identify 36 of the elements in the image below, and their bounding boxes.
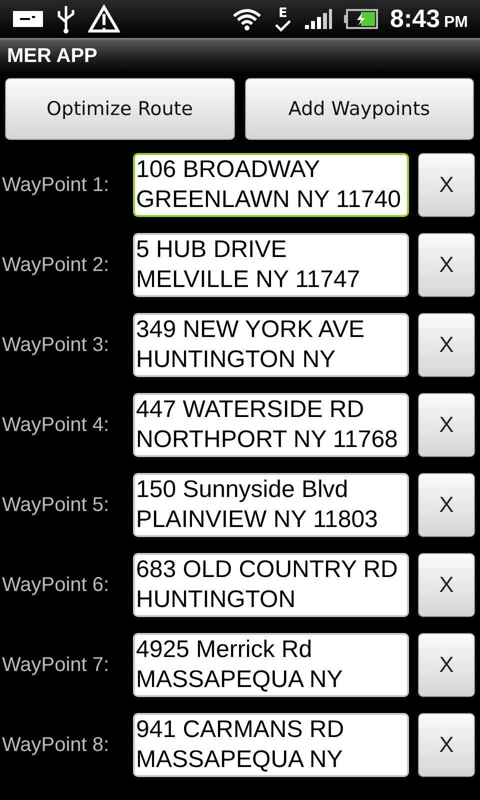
address-field[interactable]: 4925 Merrick Rd MASSAPEQUA NY — [133, 633, 409, 697]
warning-icon — [88, 4, 120, 34]
waypoint-label: WayPoint 8: — [1, 734, 110, 756]
message-icon — [12, 8, 44, 30]
waypoint-label: WayPoint 5: — [1, 494, 110, 516]
app-title: MER APP — [7, 44, 98, 68]
usb-icon — [56, 4, 76, 34]
waypoint-label: WayPoint 4: — [1, 414, 110, 436]
waypoint-label: WayPoint 2: — [1, 254, 110, 276]
address-field[interactable]: 447 WATERSIDE RD NORTHPORT NY 11768 — [133, 393, 409, 457]
address-field[interactable]: 941 CARMANS RD MASSAPEQUA NY — [133, 713, 409, 777]
wifi-icon — [232, 7, 262, 31]
waypoint-label: WayPoint 1: — [1, 174, 110, 196]
remove-button[interactable]: X — [418, 473, 475, 537]
address-field[interactable]: 683 OLD COUNTRY RD HUNTINGTON — [133, 553, 409, 617]
optimize-route-button[interactable]: Optimize Route — [5, 78, 234, 140]
network-type: E — [278, 6, 288, 20]
check-icon — [274, 20, 292, 32]
remove-button[interactable]: X — [418, 233, 475, 297]
remove-button[interactable]: X — [418, 633, 475, 697]
waypoint-label: WayPoint 7: — [1, 654, 110, 676]
address-field[interactable]: 5 HUB DRIVE MELVILLE NY 11747 — [133, 233, 409, 297]
battery-icon — [344, 9, 378, 29]
remove-button[interactable]: X — [418, 313, 475, 377]
address-field[interactable]: 106 BROADWAY GREENLAWN NY 11740 — [133, 153, 409, 217]
remove-button[interactable]: X — [418, 153, 475, 217]
remove-button[interactable]: X — [418, 553, 475, 617]
remove-button[interactable]: X — [418, 713, 475, 777]
waypoint-label: WayPoint 3: — [1, 334, 110, 356]
clock: 8:43 PM — [390, 4, 468, 34]
address-field[interactable]: 150 Sunnyside Blvd PLAINVIEW NY 11803 — [133, 473, 409, 537]
waypoint-label: WayPoint 6: — [1, 574, 110, 596]
add-waypoints-button[interactable]: Add Waypoints — [244, 78, 474, 140]
signal-icon — [304, 8, 332, 30]
address-field[interactable]: 349 NEW YORK AVE HUNTINGTON NY — [133, 313, 409, 377]
remove-button[interactable]: X — [418, 393, 475, 457]
